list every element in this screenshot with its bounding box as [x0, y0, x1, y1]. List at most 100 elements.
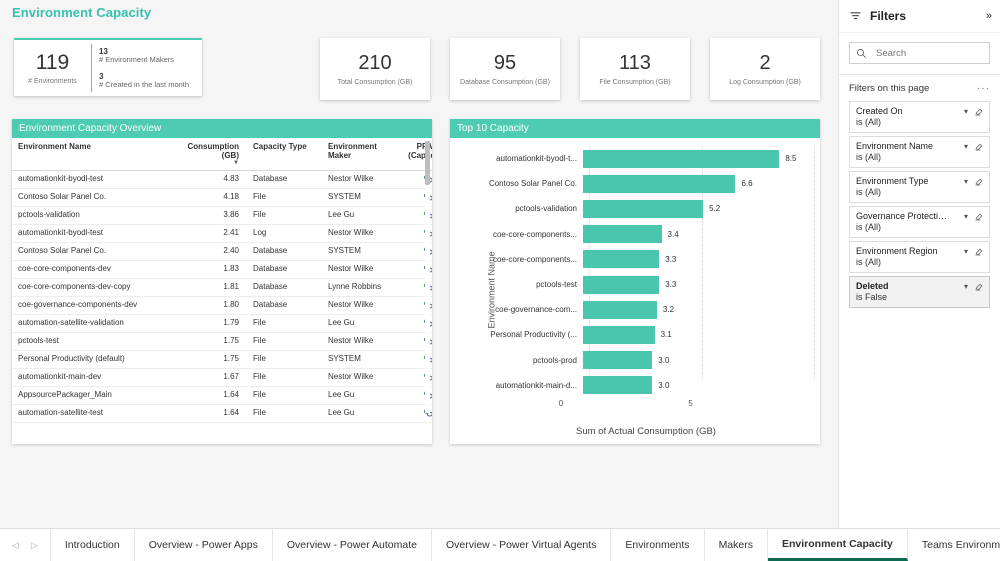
- cell-capacity-type: File: [247, 206, 322, 225]
- kpi-label: Log Consumption (GB): [729, 78, 801, 86]
- chart-bar-row[interactable]: pctools-prod 3.0: [478, 348, 814, 373]
- table-row[interactable]: Contoso Solar Panel Co. 4.18 File SYSTEM: [12, 188, 432, 207]
- table-scrollbar-thumb[interactable]: [425, 141, 430, 185]
- clear-filter-icon[interactable]: [974, 176, 984, 186]
- col-header-capacity-type[interactable]: Capacity Type: [247, 138, 322, 171]
- table-row[interactable]: automation-satellite-validation 1.79 File L…: [12, 314, 432, 333]
- chart-bar[interactable]: [583, 275, 660, 294]
- clear-filter-icon[interactable]: [974, 106, 984, 116]
- kpi-card-environments[interactable]: 119 # Environments 13 # Environment Make…: [14, 38, 202, 96]
- col-header-environment-maker[interactable]: Environment Maker: [322, 138, 402, 171]
- chart-bar[interactable]: [583, 376, 653, 395]
- table-row[interactable]: pctools-test 1.75 File Nestor Wilke: [12, 332, 432, 351]
- table-row[interactable]: pctools-prod1.63FileNestor Wilke: [12, 422, 432, 424]
- chart-bar[interactable]: [583, 300, 657, 319]
- table-row[interactable]: Contoso Solar Panel Co. 2.40 Database SYSTE…: [12, 242, 432, 261]
- chart-bar-row[interactable]: automationkit-byodl-t... 8.5: [478, 146, 814, 171]
- chart-category-label: pctools-validation: [515, 204, 577, 214]
- table-row[interactable]: coe-core-components-dev-copy 1.81 Database…: [12, 278, 432, 297]
- table-row[interactable]: automation-satellite-test 1.64 File Lee Gu: [12, 404, 432, 423]
- page-tab-overview-power-virtual-agents[interactable]: Overview - Power Virtual Agents: [432, 529, 612, 561]
- cell-environment-name: automationkit-byodl-test: [12, 224, 177, 243]
- bar-chart-visual[interactable]: Top 10 Capacity Environment Name automat…: [450, 119, 820, 444]
- filter-card[interactable]: Governance Protection... is (All) ▾: [849, 206, 990, 238]
- chevron-down-icon[interactable]: ▾: [964, 282, 968, 291]
- table-row[interactable]: automationkit-main-dev 1.67 File Nestor Wil…: [12, 368, 432, 387]
- filter-card[interactable]: Environment Name is (All) ▾: [849, 136, 990, 168]
- table-row[interactable]: automationkit-byodl-test 4.83 Database Nest…: [12, 170, 432, 189]
- table-scroll-area[interactable]: Environment Name Consumption (GB) ▼ Capa…: [12, 138, 432, 424]
- chart-bar-row[interactable]: pctools-validation 5.2: [478, 196, 814, 221]
- collapse-pane-icon[interactable]: »: [986, 10, 992, 22]
- cell-capacity-type: Database: [247, 278, 322, 297]
- chart-bar-row[interactable]: pctools-test 3.3: [478, 272, 814, 297]
- cell-consumption: 4.83: [177, 170, 247, 189]
- chevron-down-icon[interactable]: ▾: [964, 142, 968, 151]
- page-tab-introduction[interactable]: Introduction: [51, 529, 135, 561]
- chart-bar-row[interactable]: coe-governance-com... 3.2: [478, 297, 814, 322]
- chart-bar[interactable]: [583, 174, 736, 193]
- table-row[interactable]: automationkit-byodl-test 2.41 Log Nestor Wi…: [12, 224, 432, 243]
- chevron-down-icon[interactable]: ▾: [964, 177, 968, 186]
- clear-filter-icon[interactable]: [974, 246, 984, 256]
- page-tab-makers[interactable]: Makers: [705, 529, 768, 561]
- table-header-row: Environment Name Consumption (GB) ▼ Capa…: [12, 138, 432, 171]
- page-tab-teams-environments[interactable]: Teams Environments: [908, 529, 1000, 561]
- cell-ppac[interactable]: [402, 422, 432, 424]
- chart-bar-row[interactable]: coe-core-components... 3.4: [478, 222, 814, 247]
- kpi-value: 210: [358, 51, 392, 74]
- clear-filter-icon[interactable]: [974, 211, 984, 221]
- page-tab-environment-capacity[interactable]: Environment Capacity: [768, 529, 908, 561]
- chevron-down-icon[interactable]: ▾: [964, 212, 968, 221]
- chevron-down-icon[interactable]: ▾: [964, 107, 968, 116]
- table-row[interactable]: AppsourcePackager_Main 1.64 File Lee Gu: [12, 386, 432, 405]
- chart-bar[interactable]: [583, 325, 655, 344]
- chart-bar[interactable]: [583, 199, 704, 218]
- col-header-consumption[interactable]: Consumption (GB) ▼: [177, 138, 247, 171]
- filters-section-more-icon[interactable]: ···: [977, 83, 990, 94]
- page-tab-overview-power-automate[interactable]: Overview - Power Automate: [273, 529, 432, 561]
- chart-bar-row[interactable]: Personal Productivity (... 3.1: [478, 322, 814, 347]
- chart-bar-row[interactable]: automationkit-main-d... 3.0: [478, 373, 814, 398]
- chart-bar[interactable]: [583, 149, 780, 168]
- chart-bar-row[interactable]: Contoso Solar Panel Co. 6.6: [478, 171, 814, 196]
- next-page-icon[interactable]: ▷: [25, 540, 44, 551]
- chart-bar[interactable]: [583, 225, 662, 244]
- page-tab-environments[interactable]: Environments: [611, 529, 705, 561]
- cell-capacity-type: File: [247, 386, 322, 405]
- kpi-card-log-consumption[interactable]: 2 Log Consumption (GB): [710, 38, 820, 100]
- chart-bar[interactable]: [583, 351, 653, 370]
- chart-bar[interactable]: [583, 250, 660, 269]
- table-visual[interactable]: Environment Capacity Overview Environmen…: [12, 119, 432, 444]
- cell-environment-maker: Nestor Wilke: [322, 260, 402, 279]
- table-row[interactable]: coe-governance-components-dev 1.80 Databas…: [12, 296, 432, 315]
- filter-card[interactable]: Environment Region is (All) ▾: [849, 241, 990, 273]
- table-visual-title: Environment Capacity Overview: [12, 119, 432, 138]
- cell-environment-name: pctools-validation: [12, 206, 177, 225]
- table-row[interactable]: Personal Productivity (default) 1.75 File S…: [12, 350, 432, 369]
- kpi-card-database-consumption[interactable]: 95 Database Consumption (GB): [450, 38, 560, 100]
- chevron-down-icon[interactable]: ▾: [964, 247, 968, 256]
- filters-pane: Filters » Search Filters on this page ··…: [838, 0, 1000, 528]
- cell-environment-maker: Nestor Wilke: [322, 332, 402, 351]
- clear-filter-icon[interactable]: [974, 281, 984, 291]
- col-header-environment-name[interactable]: Environment Name: [12, 138, 177, 171]
- kpi-card-total-consumption[interactable]: 210 Total Consumption (GB): [320, 38, 430, 100]
- filter-search-box[interactable]: Search: [849, 42, 990, 64]
- page-tab-overview-power-apps[interactable]: Overview - Power Apps: [135, 529, 273, 561]
- table-row[interactable]: coe-core-components-dev 1.83 Database Nesto…: [12, 260, 432, 279]
- cell-environment-name: automationkit-main-dev: [12, 368, 177, 387]
- prev-page-icon[interactable]: ◁: [6, 540, 25, 551]
- filter-card[interactable]: Created On is (All) ▾: [849, 101, 990, 133]
- kpi-card-file-consumption[interactable]: 113 File Consumption (GB): [580, 38, 690, 100]
- clear-filter-icon[interactable]: [974, 141, 984, 151]
- chart-bar-row[interactable]: coe-core-components... 3.3: [478, 247, 814, 272]
- chart-bar-value-label: 6.6: [741, 179, 753, 189]
- chart-bar-track: 3.2: [583, 297, 814, 322]
- cell-consumption: 1.75: [177, 332, 247, 351]
- filter-card[interactable]: Environment Type is (All) ▾: [849, 171, 990, 203]
- kpi-value: 2: [759, 51, 771, 74]
- table-row[interactable]: pctools-validation 3.86 File Lee Gu: [12, 206, 432, 225]
- filter-card[interactable]: Deleted is False ▾: [849, 276, 990, 308]
- kpi-label: File Consumption (GB): [599, 78, 671, 86]
